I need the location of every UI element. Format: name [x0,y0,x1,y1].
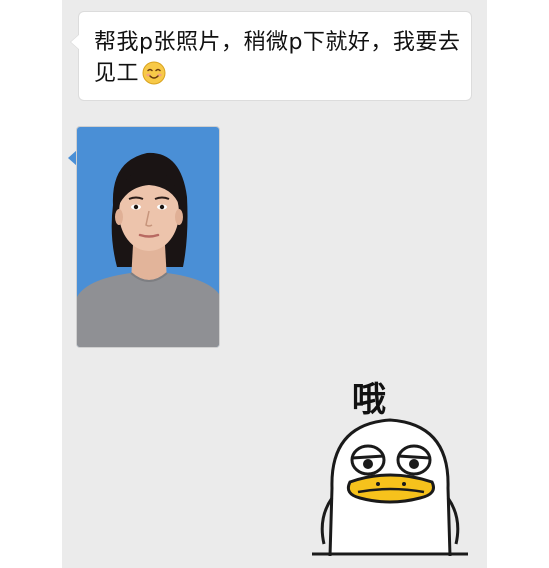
portrait-photo-icon [77,127,219,347]
message-bubble[interactable]: 帮我p张照片，稍微p下就好，我要去见工 [70,11,472,101]
smiling-face-icon [142,61,166,94]
chat-panel: 帮我p张照片，稍微p下就好，我要去见工 哦 [62,0,487,568]
id-photo-image[interactable] [76,126,220,348]
duck-sticker[interactable]: 哦 [310,368,470,558]
duck-sticker-icon [312,418,468,557]
sticker-caption: 哦 [352,380,386,420]
message-text: 帮我p张照片，稍微p下就好，我要去见工 [94,27,464,94]
